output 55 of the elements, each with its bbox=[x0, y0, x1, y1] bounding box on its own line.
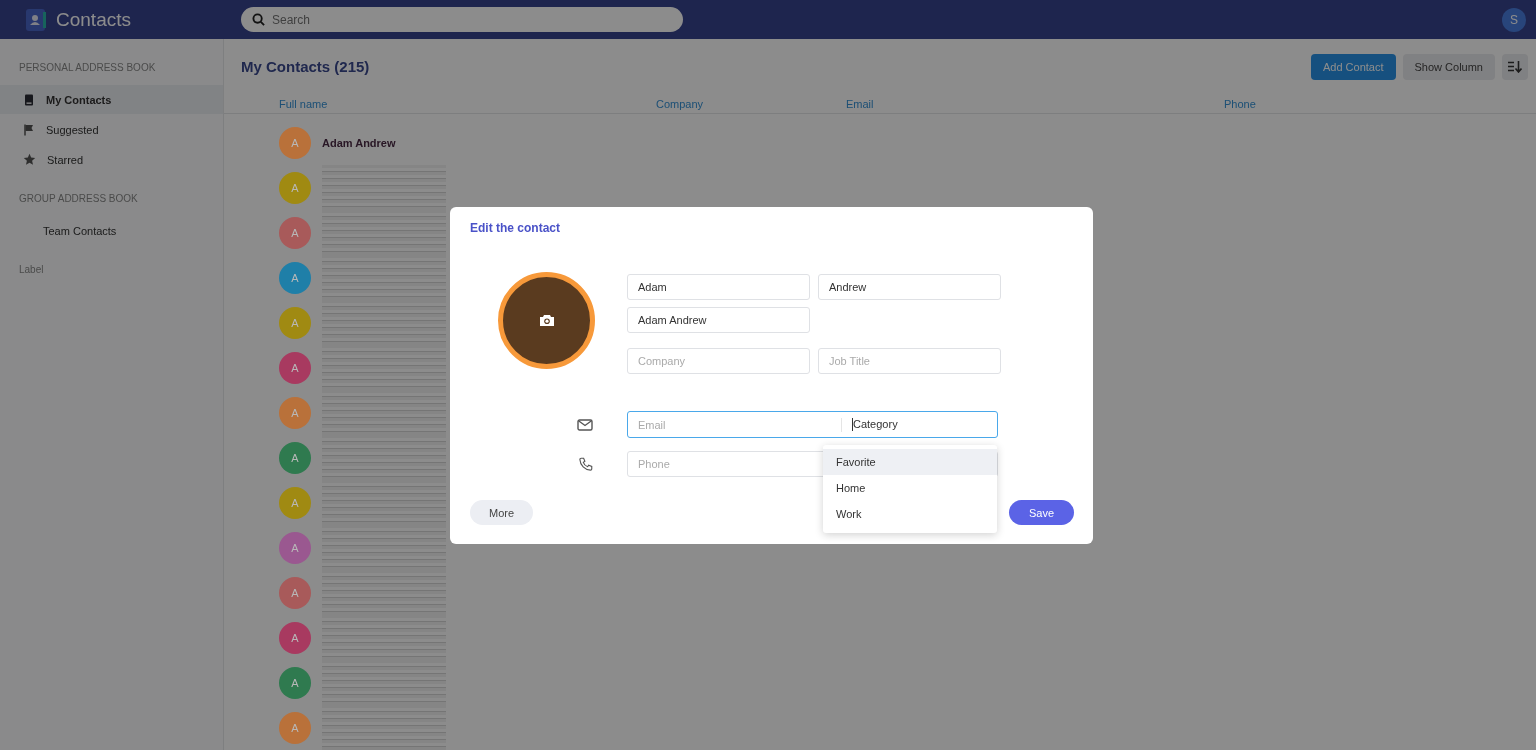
save-button[interactable]: Save bbox=[1008, 500, 1074, 525]
section-heading: GROUP ADDRESS BOOK bbox=[18, 192, 139, 206]
column-header[interactable]: Email bbox=[846, 97, 874, 110]
email-field[interactable]: Email Category bbox=[627, 411, 998, 438]
section-heading: PERSONAL ADDRESS BOOK bbox=[18, 61, 157, 75]
contact-name[interactable]: Adam Andrew bbox=[322, 136, 396, 149]
avatar: A bbox=[279, 486, 311, 519]
section-heading: Label bbox=[18, 263, 45, 277]
avatar: A bbox=[279, 531, 311, 564]
flag-icon bbox=[23, 123, 35, 136]
column-header[interactable]: Full name bbox=[279, 97, 328, 110]
search-icon bbox=[252, 13, 265, 26]
sort-button[interactable] bbox=[1502, 53, 1528, 80]
sidebar-item[interactable]: Starred bbox=[0, 145, 223, 174]
avatar: A bbox=[279, 306, 311, 339]
column-header[interactable]: Company bbox=[656, 97, 704, 110]
avatar: A bbox=[279, 621, 311, 654]
search-field[interactable]: Search bbox=[241, 7, 683, 32]
page-title: My Contacts (215) bbox=[241, 58, 370, 75]
dropdown-option[interactable]: Favorite bbox=[823, 449, 997, 475]
dialog-title: Edit the contact bbox=[470, 221, 561, 235]
camera-icon bbox=[538, 314, 555, 327]
last-name-field[interactable]: Andrew bbox=[818, 274, 1001, 300]
display-name-field[interactable]: Adam Andrew bbox=[627, 307, 810, 333]
book-icon bbox=[23, 93, 35, 106]
input-field[interactable]: Job Title bbox=[818, 348, 1001, 374]
mail-icon bbox=[577, 418, 593, 431]
avatar: A bbox=[279, 711, 311, 744]
avatar: A bbox=[279, 261, 311, 294]
dropdown-option[interactable]: Work bbox=[823, 501, 997, 527]
avatar: A bbox=[279, 666, 311, 699]
star-icon bbox=[23, 153, 36, 166]
more-button[interactable]: More bbox=[470, 500, 534, 525]
contacts-logo-icon bbox=[24, 7, 48, 32]
column-button[interactable]: Show Column bbox=[1402, 53, 1495, 80]
avatar: A bbox=[279, 576, 311, 609]
column-header[interactable]: Phone bbox=[1224, 97, 1256, 110]
avatar: A bbox=[279, 396, 311, 429]
sidebar-item[interactable]: My Contacts bbox=[0, 85, 223, 114]
add-button[interactable]: Add Contact bbox=[1310, 53, 1396, 80]
avatar: A bbox=[279, 216, 311, 249]
avatar: A bbox=[279, 441, 311, 474]
avatar: A bbox=[279, 126, 311, 159]
sort-icon bbox=[1508, 60, 1522, 73]
sidebar-item[interactable]: Team Contacts bbox=[0, 216, 223, 245]
avatar: A bbox=[279, 171, 311, 204]
sidebar-item[interactable]: Suggested bbox=[0, 115, 223, 144]
app-title: Contacts bbox=[56, 8, 131, 31]
dropdown-option[interactable]: Home bbox=[823, 475, 997, 501]
user-avatar[interactable]: S bbox=[1502, 7, 1526, 32]
category-select[interactable]: Category bbox=[852, 418, 898, 431]
input-field[interactable]: Company bbox=[627, 348, 810, 374]
first-name-field[interactable]: Adam bbox=[627, 274, 810, 300]
phone-icon bbox=[578, 456, 593, 472]
avatar: A bbox=[279, 351, 311, 384]
